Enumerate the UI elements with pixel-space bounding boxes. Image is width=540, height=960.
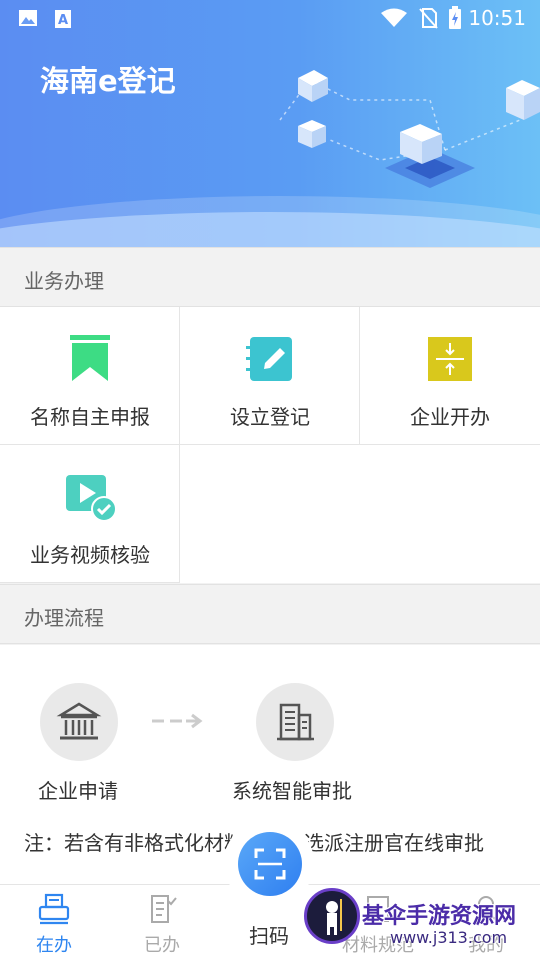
service-label: 设立登记 — [230, 405, 310, 429]
section-header-business: 业务办理 — [0, 247, 540, 307]
flow-step-circle — [256, 683, 334, 761]
battery-icon — [449, 6, 461, 29]
watermark: 基伞手游资源网 www.j313.com — [304, 884, 540, 960]
nav-label: 在办 — [36, 935, 72, 956]
image-icon — [19, 10, 37, 26]
scan-button[interactable] — [238, 832, 302, 896]
video-check-icon — [66, 475, 116, 522]
status-time: 10:51 — [468, 6, 526, 30]
service-registration[interactable]: 设立登记 — [180, 307, 360, 445]
arrow-right-icon — [152, 713, 203, 729]
section-header-process: 办理流程 — [0, 584, 540, 644]
character-icon — [326, 899, 342, 935]
document-check-icon — [151, 895, 177, 923]
watermark-url: www.j313.com — [390, 928, 508, 947]
no-sim-icon — [419, 8, 438, 29]
nav-item-done[interactable]: 已办 — [108, 885, 216, 960]
nav-label: 已办 — [144, 935, 180, 956]
status-bar: A 10:51 — [0, 0, 540, 36]
app-a-icon: A — [55, 10, 71, 28]
notebook-edit-icon — [246, 337, 292, 381]
service-video-verification[interactable]: 业务视频核验 — [0, 445, 180, 583]
service-business-start[interactable]: 企业开办 — [360, 307, 540, 445]
merge-icon — [428, 337, 472, 381]
wifi-icon — [381, 8, 407, 27]
printer-icon — [38, 893, 70, 925]
header-banner: A 10:51 海南e登记 — [0, 0, 540, 247]
nav-item-in-progress[interactable]: 在办 — [0, 885, 108, 960]
svg-text:A: A — [58, 13, 68, 28]
service-label: 企业开办 — [410, 405, 490, 429]
watermark-logo — [304, 888, 360, 944]
flow-step-circle — [40, 683, 118, 761]
scan-icon — [254, 848, 286, 880]
watermark-title: 基伞手游资源网 — [362, 904, 517, 929]
service-name-declaration[interactable]: 名称自主申报 — [0, 307, 180, 445]
services-grid: 名称自主申报 设立登记 企业开办 业务视频核验 — [0, 307, 540, 583]
bookmark-icon — [70, 335, 110, 381]
flow-step-label: 企业申请 — [38, 779, 118, 803]
flow-step-label: 系统智能审批 — [232, 779, 352, 803]
service-label: 业务视频核验 — [30, 543, 150, 567]
service-label: 名称自主申报 — [30, 405, 150, 429]
section-title: 业务办理 — [24, 269, 104, 293]
building-icon — [277, 703, 314, 741]
scan-label: 扫码 — [249, 924, 289, 948]
bank-icon — [56, 702, 102, 740]
cubes-illustration — [279, 70, 540, 188]
section-title: 办理流程 — [24, 606, 104, 630]
app-title: 海南e登记 — [40, 64, 176, 98]
